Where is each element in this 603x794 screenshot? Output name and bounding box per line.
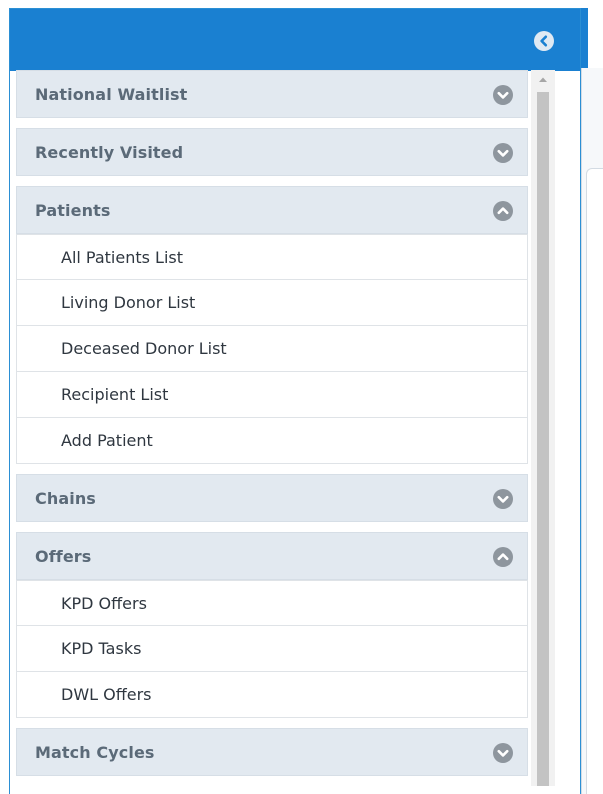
section-title: National Waitlist — [35, 85, 188, 104]
chevron-up-icon[interactable] — [493, 201, 513, 221]
sidebar-scrollbar[interactable] — [531, 70, 555, 786]
menu-item-label: KPD Offers — [61, 594, 147, 613]
sidebar-header — [10, 9, 580, 71]
patients-submenu: All Patients List Living Donor List Dece… — [16, 234, 528, 464]
menu-item-label: Living Donor List — [61, 293, 196, 312]
chevron-down-icon[interactable] — [493, 85, 513, 105]
chevron-down-icon[interactable] — [493, 489, 513, 509]
section-chains[interactable]: Chains — [16, 474, 528, 522]
menu-item-label: KPD Tasks — [61, 639, 142, 658]
menu-item-living-donor-list[interactable]: Living Donor List — [16, 280, 528, 326]
menu-item-label: Recipient List — [61, 385, 169, 404]
section-match-cycles[interactable]: Match Cycles — [16, 728, 528, 776]
scroll-up-arrow-icon[interactable] — [531, 70, 555, 90]
menu-item-label: DWL Offers — [61, 685, 152, 704]
sidebar-nav: National Waitlist Recently Visited Patie… — [16, 70, 528, 786]
section-patients[interactable]: Patients — [16, 186, 528, 234]
section-title: Recently Visited — [35, 143, 184, 162]
chevron-down-icon[interactable] — [493, 743, 513, 763]
section-offers[interactable]: Offers — [16, 532, 528, 580]
menu-item-kpd-tasks[interactable]: KPD Tasks — [16, 626, 528, 672]
content-panel-edge — [581, 8, 603, 794]
menu-item-label: Add Patient — [61, 431, 153, 450]
section-national-waitlist[interactable]: National Waitlist — [16, 70, 528, 118]
section-title: Match Cycles — [35, 743, 155, 762]
menu-item-label: All Patients List — [61, 248, 184, 267]
menu-item-all-patients-list[interactable]: All Patients List — [16, 234, 528, 280]
scrollbar-thumb[interactable] — [537, 92, 549, 786]
chevron-left-circle-icon — [540, 35, 548, 47]
chevron-up-icon[interactable] — [493, 547, 513, 567]
collapse-sidebar-button[interactable] — [534, 31, 554, 51]
section-title: Patients — [35, 201, 111, 220]
menu-item-kpd-offers[interactable]: KPD Offers — [16, 580, 528, 626]
chevron-down-icon[interactable] — [493, 143, 513, 163]
menu-item-add-patient[interactable]: Add Patient — [16, 418, 528, 464]
section-recently-visited[interactable]: Recently Visited — [16, 128, 528, 176]
section-title: Offers — [35, 547, 92, 566]
menu-item-recipient-list[interactable]: Recipient List — [16, 372, 528, 418]
offers-submenu: KPD Offers KPD Tasks DWL Offers — [16, 580, 528, 718]
section-title: Chains — [35, 489, 96, 508]
menu-item-label: Deceased Donor List — [61, 339, 227, 358]
menu-item-deceased-donor-list[interactable]: Deceased Donor List — [16, 326, 528, 372]
menu-item-dwl-offers[interactable]: DWL Offers — [16, 672, 528, 718]
